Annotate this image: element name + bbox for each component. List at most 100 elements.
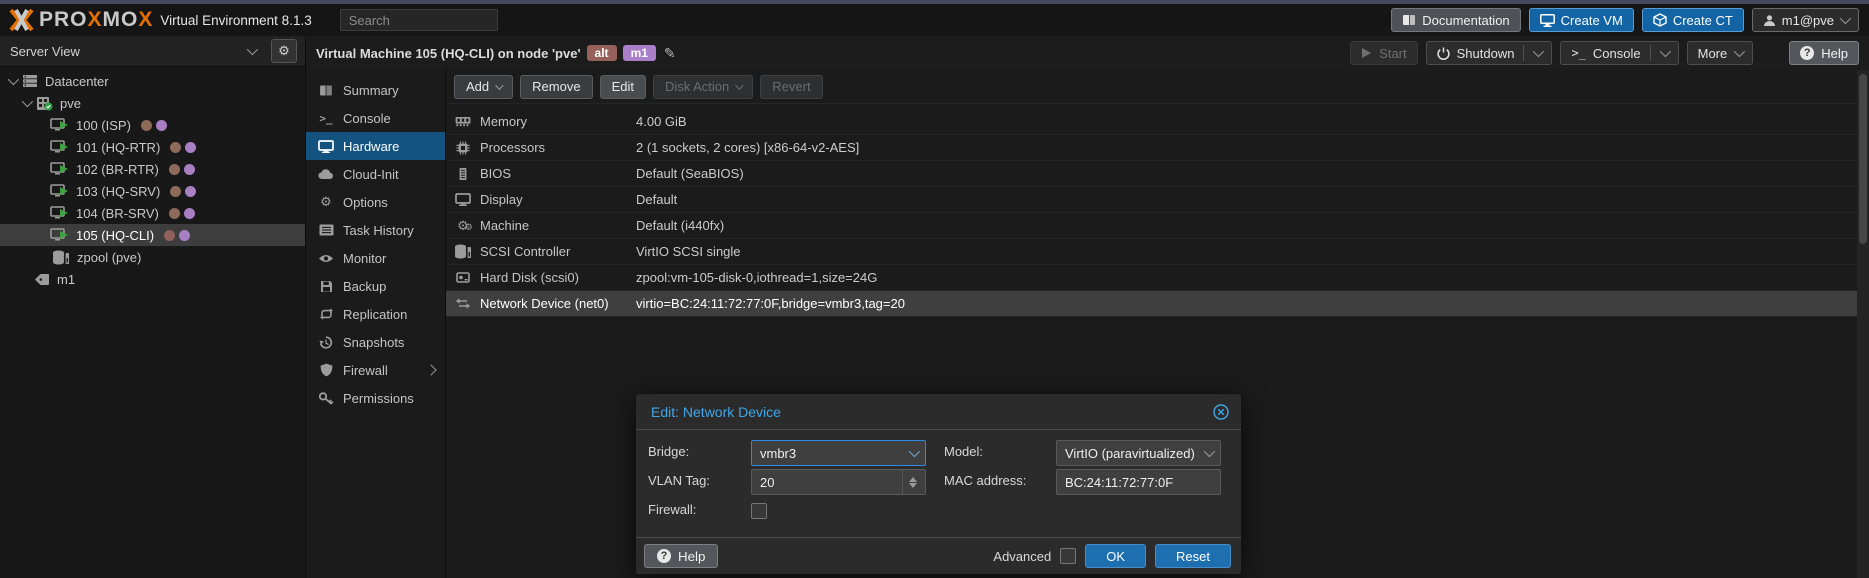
play-icon <box>1361 47 1372 59</box>
close-icon[interactable] <box>1213 404 1229 420</box>
dialog-help-button[interactable]: ? Help <box>644 544 718 568</box>
hardware-row-memory[interactable]: Memory4.00 GiB <box>446 109 1857 135</box>
vlan-tag-input[interactable]: 20 <box>751 469 926 495</box>
proxmox-logo: PROXMOX Virtual Environment 8.1.3 <box>8 8 312 32</box>
hardware-row-network-device-net0-[interactable]: Network Device (net0)virtio=BC:24:11:72:… <box>446 291 1857 317</box>
tree-item-103-hq-srv-[interactable]: 103 (HQ-SRV) <box>0 180 305 202</box>
bridge-label: Bridge: <box>648 439 689 465</box>
start-button[interactable]: Start <box>1350 41 1417 65</box>
revert-button[interactable]: Revert <box>760 75 822 99</box>
menu-item-task-history[interactable]: Task History <box>306 216 445 244</box>
create-vm-button[interactable]: Create VM <box>1529 8 1634 32</box>
menu-item-hardware[interactable]: Hardware <box>306 132 445 160</box>
menu-item-firewall[interactable]: Firewall <box>306 356 445 384</box>
menu-item-console[interactable]: >_Console <box>306 104 445 132</box>
expand-caret-icon[interactable] <box>22 96 33 107</box>
advanced-checkbox[interactable] <box>1060 548 1076 564</box>
tree-settings-button[interactable]: ⚙ <box>271 39 297 63</box>
number-spinner[interactable] <box>902 470 917 494</box>
vm-tag-badge: m1 <box>623 45 656 61</box>
tag-dots <box>166 186 196 197</box>
tag-dot <box>156 120 167 131</box>
menu-item-replication[interactable]: Replication <box>306 300 445 328</box>
hardware-name: Machine <box>480 218 636 233</box>
node-icon <box>36 96 53 111</box>
chevron-down-icon[interactable] <box>1659 46 1670 57</box>
vm-running-icon <box>50 162 69 176</box>
brand-name: PROXMOX <box>39 8 153 32</box>
menu-item-permissions[interactable]: Permissions <box>306 384 445 412</box>
storage-icon <box>454 244 472 259</box>
ok-button[interactable]: OK <box>1085 544 1146 568</box>
vertical-scrollbar[interactable] <box>1857 70 1869 578</box>
hardware-name: Memory <box>480 114 636 129</box>
tree-item-101-hq-rtr-[interactable]: 101 (HQ-RTR) <box>0 136 305 158</box>
model-combo[interactable]: VirtIO (paravirtualized) <box>1056 440 1221 466</box>
tree-item-100-isp-[interactable]: 100 (ISP) <box>0 114 305 136</box>
user-menu-button[interactable]: m1@pve <box>1752 8 1859 32</box>
chevron-down-icon <box>1840 13 1851 24</box>
menu-item-cloud-init[interactable]: Cloud-Init <box>306 160 445 188</box>
vm-menu: Summary>_ConsoleHardwareCloud-Init⚙Optio… <box>306 70 446 578</box>
documentation-button[interactable]: Documentation <box>1391 8 1520 32</box>
hardware-row-processors[interactable]: Processors2 (1 sockets, 2 cores) [x86-64… <box>446 135 1857 161</box>
expand-caret-icon[interactable] <box>8 74 19 85</box>
chevron-down-icon[interactable] <box>1533 46 1544 57</box>
tree-item-m1[interactable]: m1 <box>0 268 305 290</box>
cube-icon <box>1653 13 1667 27</box>
add-button[interactable]: Add <box>454 75 513 99</box>
hardware-name: Display <box>480 192 636 207</box>
hardware-row-machine[interactable]: ⚙⚙MachineDefault (i440fx) <box>446 213 1857 239</box>
tag-dots <box>165 164 195 175</box>
menu-item-label: Permissions <box>343 391 414 406</box>
menu-item-options[interactable]: ⚙Options <box>306 188 445 216</box>
model-label: Model: <box>944 439 983 465</box>
hardware-name: Hard Disk (scsi0) <box>480 270 636 285</box>
view-selector[interactable]: Server View <box>0 36 265 66</box>
hardware-row-scsi-controller[interactable]: SCSI ControllerVirtIO SCSI single <box>446 239 1857 265</box>
menu-item-snapshots[interactable]: Snapshots <box>306 328 445 356</box>
menu-item-monitor[interactable]: Monitor <box>306 244 445 272</box>
proxmox-app: PROXMOX Virtual Environment 8.1.3 Docume… <box>0 0 1869 578</box>
tree-item-105-hq-cli-[interactable]: 105 (HQ-CLI) <box>0 224 305 246</box>
hardware-row-bios[interactable]: BIOSDefault (SeaBIOS) <box>446 161 1857 187</box>
create-ct-button[interactable]: Create CT <box>1642 8 1744 32</box>
edit-button[interactable]: Edit <box>600 75 646 99</box>
dialog-body: Bridge: vmbr3 Model: VirtIO (paravirtual… <box>636 430 1241 538</box>
hardware-row-display[interactable]: DisplayDefault <box>446 187 1857 213</box>
dialog-header[interactable]: Edit: Network Device <box>636 394 1241 430</box>
edit-tags-icon[interactable]: ✎ <box>664 45 676 62</box>
tree-item-104-br-srv-[interactable]: 104 (BR-SRV) <box>0 202 305 224</box>
mac-address-input[interactable]: BC:24:11:72:77:0F <box>1056 469 1221 495</box>
tag-dot <box>185 142 196 153</box>
tree-item-102-br-rtr-[interactable]: 102 (BR-RTR) <box>0 158 305 180</box>
hardware-row-hard-disk-scsi0-[interactable]: Hard Disk (scsi0)zpool:vm-105-disk-0,iot… <box>446 265 1857 291</box>
tree-item-label: Datacenter <box>45 74 109 89</box>
scrollbar-thumb[interactable] <box>1859 74 1867 244</box>
menu-item-summary[interactable]: Summary <box>306 76 445 104</box>
help-button[interactable]: ? Help <box>1789 41 1859 65</box>
bridge-combo[interactable]: vmbr3 <box>751 440 926 466</box>
chevron-down-icon <box>247 44 258 55</box>
disk-action-button[interactable]: Disk Action <box>653 75 753 99</box>
chip-icon <box>454 167 472 181</box>
menu-item-backup[interactable]: Backup <box>306 272 445 300</box>
firewall-checkbox[interactable] <box>751 503 767 519</box>
tree-item-datacenter[interactable]: Datacenter <box>0 70 305 92</box>
remove-button[interactable]: Remove <box>520 75 592 99</box>
reset-button[interactable]: Reset <box>1155 544 1231 568</box>
tree-item-zpool-pve-[interactable]: zpool (pve) <box>0 246 305 268</box>
display-icon <box>454 193 472 206</box>
console-button[interactable]: >_ Console <box>1560 41 1678 65</box>
more-button[interactable]: More <box>1687 41 1754 65</box>
mac-address-label: MAC address: <box>944 468 1026 494</box>
hardware-name: BIOS <box>480 166 636 181</box>
hardware-value: zpool:vm-105-disk-0,iothread=1,size=24G <box>636 270 877 285</box>
tree-item-label: m1 <box>57 272 75 287</box>
storage-icon <box>52 250 70 265</box>
tree-item-pve[interactable]: pve <box>0 92 305 114</box>
tag-dots <box>166 142 196 153</box>
cloud-icon <box>316 169 336 180</box>
search-input[interactable] <box>340 9 498 31</box>
shutdown-button[interactable]: Shutdown <box>1426 41 1553 65</box>
